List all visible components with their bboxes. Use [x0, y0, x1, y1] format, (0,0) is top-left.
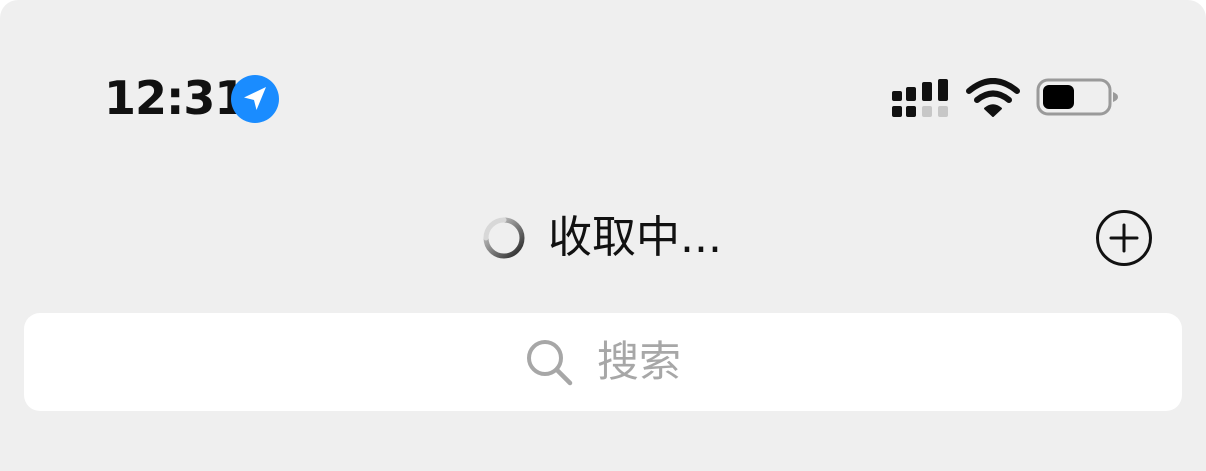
wifi-icon	[966, 78, 1020, 117]
plus-circle-icon[interactable]	[1095, 209, 1153, 267]
spinner-icon	[483, 217, 525, 259]
search-icon	[526, 340, 573, 386]
app-screen: 12:31 收取中... 搜索	[0, 0, 1206, 471]
status-time: 12:31	[104, 71, 246, 125]
search-placeholder: 搜索	[596, 337, 681, 386]
search-input[interactable]: 搜索	[24, 313, 1182, 411]
battery-icon	[1036, 78, 1118, 116]
location-arrow-icon	[231, 75, 279, 123]
status-bar: 12:31	[0, 0, 1206, 150]
cellular-signal-icon	[892, 79, 948, 117]
nav-title-group: 收取中...	[480, 210, 722, 266]
nav-bar: 收取中...	[0, 186, 1206, 286]
nav-title: 收取中...	[548, 212, 722, 263]
